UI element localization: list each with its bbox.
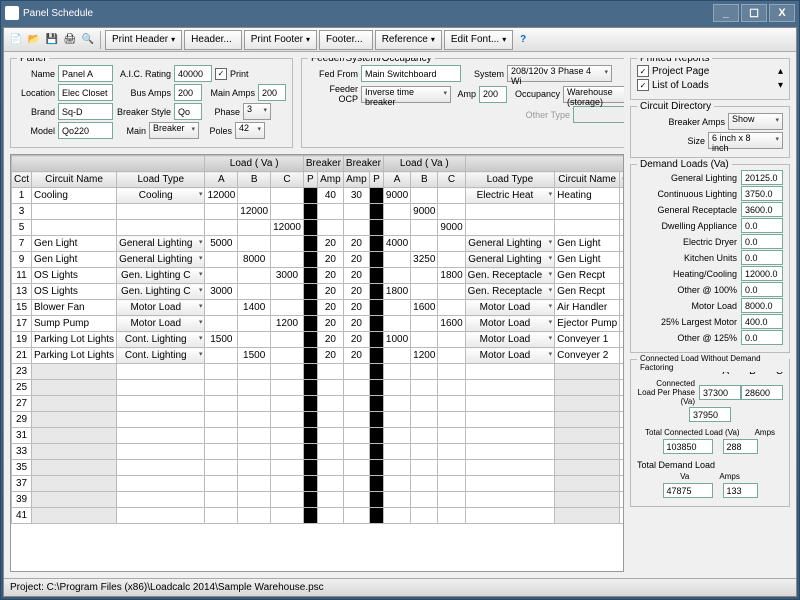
connected-a: 37300	[699, 385, 741, 400]
table-row[interactable]: 2728	[12, 396, 625, 412]
demand-value: 8000.0	[741, 298, 783, 313]
system-select[interactable]: 208/120v 3 Phase 4 Wi	[507, 65, 612, 82]
preview-icon[interactable]: 🔍	[80, 32, 96, 48]
main-amps-input[interactable]	[258, 84, 286, 101]
breaker-amps-select[interactable]: Show	[728, 113, 783, 130]
connected-c: 28600	[741, 385, 783, 400]
statusbar: Project: C:\Program Files (x86)\Loadcalc…	[4, 578, 796, 596]
total-connected-amps: 288	[723, 439, 758, 454]
print-checkbox[interactable]: ✓	[215, 68, 227, 80]
main-select[interactable]: Breaker	[149, 122, 199, 139]
table-row[interactable]: 11OS LightsGen. Lighting C300020201800Ge…	[12, 268, 625, 284]
panel-name-input[interactable]	[58, 65, 113, 82]
demand-value: 3600.0	[741, 202, 783, 217]
demand-value: 0.0	[741, 330, 783, 345]
report-up-icon[interactable]: ▴	[778, 66, 783, 77]
app-icon	[5, 6, 19, 20]
connected-load-fieldset: Connected Load Without Demand Factoring …	[630, 359, 790, 507]
table-row[interactable]: 3132	[12, 428, 625, 444]
size-select[interactable]: 6 inch x 8 inch	[708, 132, 783, 149]
table-row[interactable]: 31200090004	[12, 204, 625, 220]
demand-value: 0.0	[741, 218, 783, 233]
circuit-grid[interactable]: Load ( Va ) Breaker Breaker Load ( Va ) …	[10, 154, 624, 572]
header-button[interactable]: Header...	[184, 30, 242, 50]
table-row[interactable]: 19Parking Lot LightsCont. Lighting150020…	[12, 332, 625, 348]
demand-value: 12000.0	[741, 266, 783, 281]
demand-loads-fieldset: Demand Loads (Va) General Lighting20125.…	[630, 164, 790, 353]
table-row[interactable]: 2526	[12, 380, 625, 396]
table-row[interactable]: 21Parking Lot LightsCont. Lighting150020…	[12, 348, 625, 364]
printed-reports-fieldset: Printed Reports ✓Project Page▴ ✓List of …	[630, 58, 790, 100]
table-row[interactable]: 15Blower FanMotor Load140020201600Motor …	[12, 300, 625, 316]
table-row[interactable]: 3536	[12, 460, 625, 476]
report-down-icon[interactable]: ▾	[778, 80, 783, 91]
panel-fieldset: Panel Name A.I.C. Rating ✓ Print Locatio…	[10, 58, 293, 148]
table-row[interactable]: 9Gen LightGeneral Lighting800020203250Ge…	[12, 252, 625, 268]
save-icon[interactable]: 💾	[44, 32, 60, 48]
open-icon[interactable]: 📂	[26, 32, 42, 48]
bus-amps-input[interactable]	[174, 84, 202, 101]
table-row[interactable]: 51200090006	[12, 220, 625, 236]
table-row[interactable]: 7Gen LightGeneral Lighting500020204000Ge…	[12, 236, 625, 252]
edit-font-button[interactable]: Edit Font...	[444, 30, 513, 50]
window-title: Panel Schedule	[23, 8, 93, 19]
print-header-button[interactable]: Print Header	[105, 30, 182, 50]
help-icon[interactable]: ?	[515, 32, 531, 48]
titlebar: Panel Schedule _ ☐ X	[1, 1, 799, 25]
footer-button[interactable]: Footer...	[319, 30, 373, 50]
table-row[interactable]: 3940	[12, 492, 625, 508]
demand-value: 400.0	[741, 314, 783, 329]
demand-value: 3750.0	[741, 186, 783, 201]
demand-value: 20125.0	[741, 170, 783, 185]
poles-select[interactable]: 42	[235, 122, 265, 139]
demand-value: 0.0	[741, 282, 783, 297]
total-demand-va: 47875	[663, 483, 713, 498]
table-row[interactable]: 3738	[12, 476, 625, 492]
toolbar: 📄 📂 💾 🖨 🔍 Print Header Header... Print F…	[4, 28, 796, 52]
print-icon[interactable]: 🖨	[62, 32, 78, 48]
reference-button[interactable]: Reference	[375, 30, 442, 50]
style-input[interactable]	[174, 103, 202, 120]
feeder-amp-input[interactable]	[479, 86, 507, 103]
fed-from-input[interactable]	[361, 65, 461, 82]
table-row[interactable]: 4142	[12, 508, 625, 524]
close-button[interactable]: X	[769, 4, 795, 22]
maximize-button[interactable]: ☐	[741, 4, 767, 22]
table-row[interactable]: 3334	[12, 444, 625, 460]
table-row[interactable]: 2324	[12, 364, 625, 380]
model-input[interactable]	[58, 122, 113, 139]
ocp-select[interactable]: Inverse time breaker	[361, 86, 451, 103]
circuit-directory-fieldset: Circuit Directory Breaker AmpsShow Size6…	[630, 106, 790, 158]
occupancy-select[interactable]: Warehouse (storage)	[563, 86, 624, 103]
table-row[interactable]: 1CoolingCooling1200040309000Electric Hea…	[12, 188, 625, 204]
other-type-input	[573, 106, 624, 123]
table-row[interactable]: 2930	[12, 412, 625, 428]
connected-mid: 37950	[689, 407, 731, 422]
project-page-checkbox[interactable]: ✓	[637, 65, 649, 77]
phase-select[interactable]: 3	[243, 103, 271, 120]
list-loads-checkbox[interactable]: ✓	[637, 79, 649, 91]
total-demand-amps: 133	[723, 483, 758, 498]
aic-input[interactable]	[174, 65, 212, 82]
demand-value: 0.0	[741, 250, 783, 265]
table-row[interactable]: 17Sump PumpMotor Load120020201600Motor L…	[12, 316, 625, 332]
feeder-fieldset: Feeder/System/Occupancy Fed From System …	[301, 58, 624, 148]
total-connected-va: 103850	[663, 439, 713, 454]
demand-value: 0.0	[741, 234, 783, 249]
minimize-button[interactable]: _	[713, 4, 739, 22]
new-icon[interactable]: 📄	[8, 32, 24, 48]
table-row[interactable]: 13OS LightsGen. Lighting C300020201800Ge…	[12, 284, 625, 300]
brand-input[interactable]	[58, 103, 113, 120]
location-input[interactable]	[58, 84, 113, 101]
print-footer-button[interactable]: Print Footer	[244, 30, 317, 50]
